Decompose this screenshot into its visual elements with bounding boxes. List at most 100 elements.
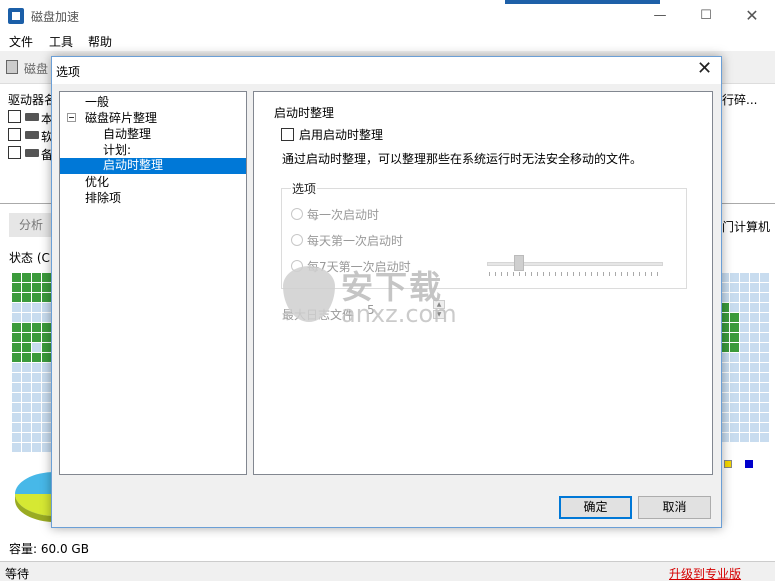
status-text: 等待 bbox=[5, 567, 30, 581]
radio-label: 每7天第一次启动时 bbox=[307, 260, 411, 274]
panel-description: 通过启动时整理，可以整理那些在系统运行时无法安全移动的文件。 bbox=[282, 152, 643, 166]
radio-label: 每一次启动时 bbox=[307, 208, 380, 222]
drive-checkbox[interactable] bbox=[8, 110, 21, 123]
radio-icon[interactable] bbox=[291, 208, 303, 220]
tree-item-general[interactable]: 一般 bbox=[85, 95, 109, 110]
enable-boottime-label[interactable]: 启用启动时整理 bbox=[299, 126, 383, 143]
cluster-block bbox=[750, 293, 759, 302]
tree-item-autodefrag[interactable]: 自动整理 bbox=[103, 127, 151, 142]
computer-button[interactable]: 门计算机 bbox=[722, 218, 770, 235]
menu-file[interactable]: 文件 bbox=[9, 33, 33, 50]
cluster-block bbox=[740, 373, 749, 382]
cluster-block bbox=[42, 393, 51, 402]
cluster-block bbox=[760, 303, 769, 312]
cluster-block bbox=[42, 323, 51, 332]
enable-boottime-checkbox[interactable] bbox=[281, 128, 294, 141]
cluster-block bbox=[12, 323, 21, 332]
tree-item-optimize[interactable]: 优化 bbox=[85, 175, 109, 190]
cluster-block bbox=[750, 423, 759, 432]
cluster-block bbox=[740, 363, 749, 372]
tree-item-exclusions[interactable]: 排除项 bbox=[85, 191, 121, 206]
cluster-block bbox=[42, 363, 51, 372]
cluster-block bbox=[730, 293, 739, 302]
cluster-block bbox=[730, 413, 739, 422]
drive-column-header[interactable]: 驱动器名 bbox=[8, 91, 56, 108]
cluster-block bbox=[740, 353, 749, 362]
cluster-block bbox=[22, 293, 31, 302]
cluster-block bbox=[760, 323, 769, 332]
cluster-block bbox=[42, 353, 51, 362]
upgrade-link[interactable]: 升级到专业版 bbox=[669, 565, 741, 581]
radio-icon[interactable] bbox=[291, 234, 303, 246]
cluster-block bbox=[740, 393, 749, 402]
cluster-block bbox=[750, 373, 759, 382]
cluster-block bbox=[32, 393, 41, 402]
cluster-block bbox=[730, 383, 739, 392]
cluster-block bbox=[740, 413, 749, 422]
cluster-block bbox=[22, 343, 31, 352]
maximize-button[interactable]: ☐ bbox=[683, 0, 729, 31]
cancel-button[interactable]: 取消 bbox=[638, 496, 711, 519]
analyze-button[interactable]: 分析 bbox=[9, 213, 53, 237]
cluster-block bbox=[730, 283, 739, 292]
tree-item-schedule[interactable]: 计划: bbox=[103, 143, 131, 158]
menu-help[interactable]: 帮助 bbox=[88, 33, 112, 50]
cluster-block bbox=[42, 313, 51, 322]
cluster-block bbox=[730, 333, 739, 342]
cluster-block bbox=[32, 383, 41, 392]
options-dialog: 选项 ✕ 一般 磁盘碎片整理 自动整理 计划: 启动时整理 优化 排除项 启动时… bbox=[51, 56, 722, 528]
cluster-block bbox=[12, 363, 21, 372]
cluster-block bbox=[760, 363, 769, 372]
tree-item-boottime[interactable]: 启动时整理 bbox=[60, 158, 246, 174]
cluster-block bbox=[750, 323, 759, 332]
ok-button[interactable]: 确定 bbox=[559, 496, 632, 519]
cluster-block bbox=[740, 343, 749, 352]
status-label: 状态 (C: bbox=[9, 251, 54, 265]
drive-icon bbox=[25, 131, 39, 139]
minimize-button[interactable]: — bbox=[637, 0, 683, 31]
cluster-block bbox=[760, 343, 769, 352]
cluster-block bbox=[12, 313, 21, 322]
cluster-block bbox=[750, 313, 759, 322]
drive-checkbox[interactable] bbox=[8, 146, 21, 159]
days-slider-handle[interactable] bbox=[514, 255, 524, 271]
spin-down-icon[interactable]: ▼ bbox=[433, 310, 445, 319]
cluster-block bbox=[750, 433, 759, 442]
cluster-block bbox=[22, 383, 31, 392]
drive-checkbox[interactable] bbox=[8, 128, 21, 141]
legend-swatch-yellow bbox=[724, 460, 732, 468]
cluster-block bbox=[740, 283, 749, 292]
cluster-block bbox=[750, 403, 759, 412]
panel-title: 启动时整理 bbox=[274, 106, 335, 120]
max-log-stepper[interactable]: 5 ▲ ▼ bbox=[361, 300, 445, 320]
cluster-block bbox=[740, 383, 749, 392]
disk-icon bbox=[6, 60, 18, 74]
cluster-block bbox=[750, 273, 759, 282]
dialog-titlebar: 选项 ✕ bbox=[52, 57, 721, 84]
cluster-block bbox=[740, 423, 749, 432]
cluster-block bbox=[32, 433, 41, 442]
cluster-block bbox=[12, 403, 21, 412]
options-tree: 一般 磁盘碎片整理 自动整理 计划: 启动时整理 优化 排除项 bbox=[59, 91, 247, 475]
cluster-block bbox=[730, 313, 739, 322]
collapse-icon[interactable] bbox=[67, 113, 76, 122]
cluster-block bbox=[42, 373, 51, 382]
dialog-close-button[interactable]: ✕ bbox=[697, 58, 712, 79]
tree-item-defrag[interactable]: 磁盘碎片整理 bbox=[85, 111, 157, 126]
cluster-block bbox=[32, 343, 41, 352]
group-legend: 选项 bbox=[291, 180, 318, 197]
radio-icon[interactable] bbox=[291, 260, 303, 272]
toolbar-label[interactable]: 磁盘 bbox=[24, 60, 48, 77]
cluster-block bbox=[730, 433, 739, 442]
menu-tools[interactable]: 工具 bbox=[49, 33, 73, 50]
cluster-block bbox=[760, 393, 769, 402]
close-window-button[interactable]: ✕ bbox=[729, 0, 775, 31]
spin-up-icon[interactable]: ▲ bbox=[433, 300, 445, 309]
cluster-block bbox=[12, 273, 21, 282]
cluster-block bbox=[32, 423, 41, 432]
cluster-block bbox=[42, 273, 51, 282]
cluster-block bbox=[760, 373, 769, 382]
fragmentation-column-header[interactable]: 行碎... bbox=[722, 91, 757, 108]
cluster-block bbox=[22, 403, 31, 412]
drive-icon bbox=[25, 113, 39, 121]
